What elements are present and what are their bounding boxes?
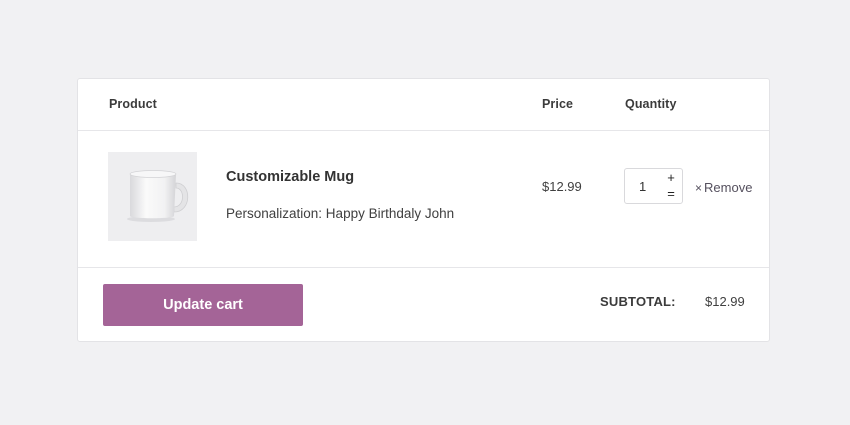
- product-name-link[interactable]: Customizable Mug: [226, 169, 354, 185]
- product-column-header: Product: [109, 97, 157, 111]
- remove-item-link[interactable]: × Remove: [695, 180, 752, 195]
- remove-label: Remove: [704, 180, 753, 195]
- product-personalization-text: Personalization: Happy Birthdaly John: [226, 206, 455, 221]
- price-column-header: Price: [542, 97, 574, 111]
- header-divider: [78, 130, 769, 131]
- quantity-stepper[interactable]: 1 + =: [624, 168, 683, 204]
- product-price: $12.99: [542, 179, 582, 194]
- mug-image: [127, 170, 189, 222]
- plus-icon[interactable]: +: [663, 171, 679, 185]
- footer-divider: [78, 267, 769, 268]
- update-cart-button[interactable]: Update cart: [103, 284, 303, 326]
- close-icon: ×: [695, 181, 703, 195]
- cart-table: Product Price Quantity Customizable Mug …: [77, 78, 770, 342]
- product-thumbnail[interactable]: [108, 152, 197, 241]
- quantity-input[interactable]: 1: [639, 179, 646, 194]
- quantity-column-header: Quantity: [625, 97, 677, 111]
- subtotal-label: SUBTOTAL:: [600, 294, 676, 309]
- decrease-icon[interactable]: =: [663, 187, 679, 201]
- subtotal-value: $12.99: [705, 294, 745, 309]
